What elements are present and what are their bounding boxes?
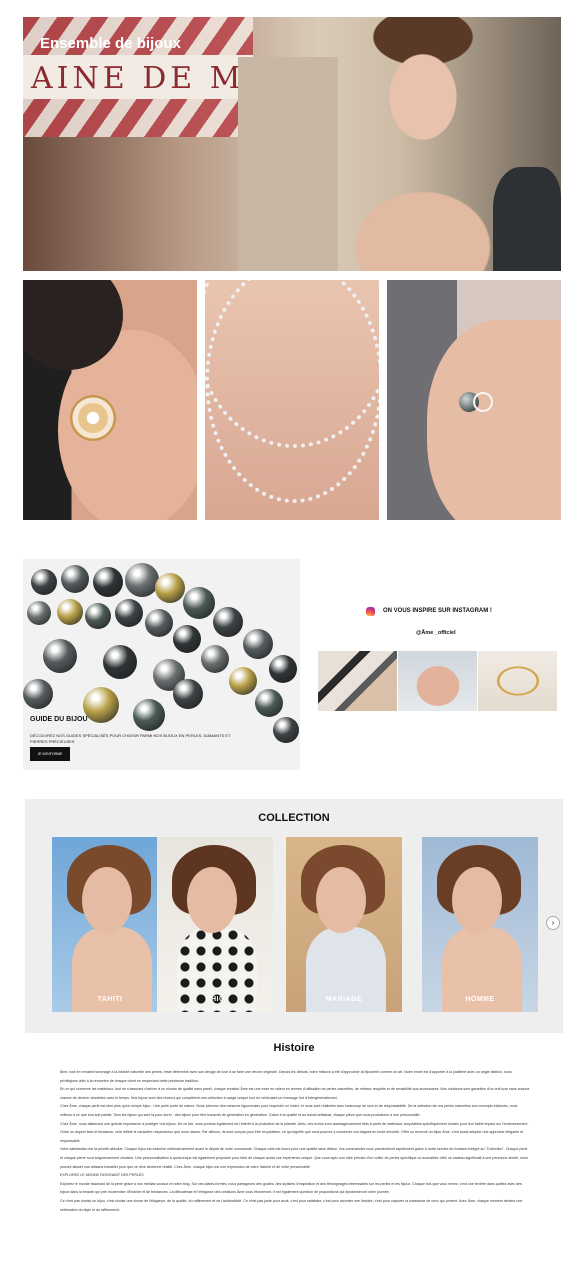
pearl-dot [115,599,143,627]
necklace-photo[interactable] [205,280,379,520]
pearl-dot [61,565,89,593]
histoire-paragraph: Chez Âme, chaque perle est bien plus qu'… [60,1104,518,1117]
earring-photo[interactable] [23,280,197,520]
histoire-paragraph: Explorez le monde fascinant de la perle … [60,1181,522,1195]
pearl-dot [57,599,83,625]
pearl-dot [27,601,51,625]
collection-card-label: TAHITI [97,996,123,1003]
necklace-strand [205,280,379,503]
collection-title: COLLECTION [258,812,330,824]
collection-card-mariage[interactable]: MARIAGE [286,837,402,1012]
pearl-dot [201,645,229,673]
pearl-dot [213,607,243,637]
pearl-dot [173,679,203,709]
pearl-dot [243,629,273,659]
hero-banner[interactable]: AINE DE M [23,17,561,271]
histoire-title: Histoire [273,1042,315,1054]
pearl-dot [93,567,123,597]
collection-card-label: HOMME [465,996,495,1003]
pearl-dot [133,699,165,731]
guide-description: DÉCOUVREZ NOS GUIDES SPÉCIALISÉS POUR CH… [30,733,231,744]
collection-card-label: MARIAGE [325,996,363,1003]
histoire-body: Âme, tout en rendant hommage à la beauté… [60,1068,530,1214]
hand-shape [427,320,561,520]
shop-sign-text: AINE DE M [31,61,245,96]
guide-button[interactable]: JE M'INFORME [30,747,70,761]
pearl-dot [183,587,215,619]
pearl-dot [173,625,201,653]
histoire-paragraph: Ce n'est pas choisir un bijou, c'est cho… [60,1198,523,1212]
pearl-dot [269,655,297,683]
ring-photo[interactable] [387,280,561,520]
pearl-dot [43,639,77,673]
collection-card-homme[interactable]: HOMME [422,837,538,1012]
instagram-thumb[interactable] [478,651,557,711]
histoire-subheading: EXPLOREZ LE MONDE FASCINANT DES PERLES [60,1173,144,1178]
histoire-paragraph: Votre satisfaction est la priorité absol… [60,1147,528,1169]
pearl-dot [103,645,137,679]
pearl-dot [229,667,257,695]
histoire-paragraph: Âme, tout en rendant hommage à la beauté… [60,1070,512,1083]
instagram-heading: ON VOUS INSPIRE SUR INSTAGRAM ! [383,608,492,614]
collection-card-chic[interactable]: CHIC [157,837,273,1012]
pearl-dot [145,609,173,637]
instagram-thumb[interactable] [398,651,477,711]
earring-jewel [70,395,116,441]
pearl-dot [125,563,159,597]
guide-title: GUIDE DU BIJOU [30,716,88,723]
building-facade [238,57,338,271]
card-face [316,867,366,933]
instagram-thumb[interactable] [318,651,397,711]
pearl-dot [31,569,57,595]
pearl-dot [83,687,119,723]
instagram-handle[interactable]: @Âme _officiel [416,630,456,636]
pearl-dot [23,679,53,709]
histoire-paragraph: En ce qui concerne les matériaux, tout e… [60,1087,530,1100]
histoire-paragraph: Chez Âme, nous attachons une grande impo… [60,1121,529,1143]
instagram-icon[interactable] [366,607,375,616]
card-face [187,867,237,933]
pearl-dot [273,717,299,743]
pearl-dot [155,573,185,603]
card-face [452,867,502,933]
statue-silhouette [493,167,561,271]
hero-title: Ensemble de bijoux [40,35,181,52]
model-photo [343,17,503,271]
collection-card-label: CHIC [205,996,225,1003]
pearl-dot [85,603,111,629]
card-face [82,867,132,933]
chevron-right-icon[interactable]: › [546,916,560,930]
collection-card-tahiti[interactable]: TAHITI [52,837,168,1012]
pearl-dot [255,689,283,717]
ring-band [473,392,493,412]
